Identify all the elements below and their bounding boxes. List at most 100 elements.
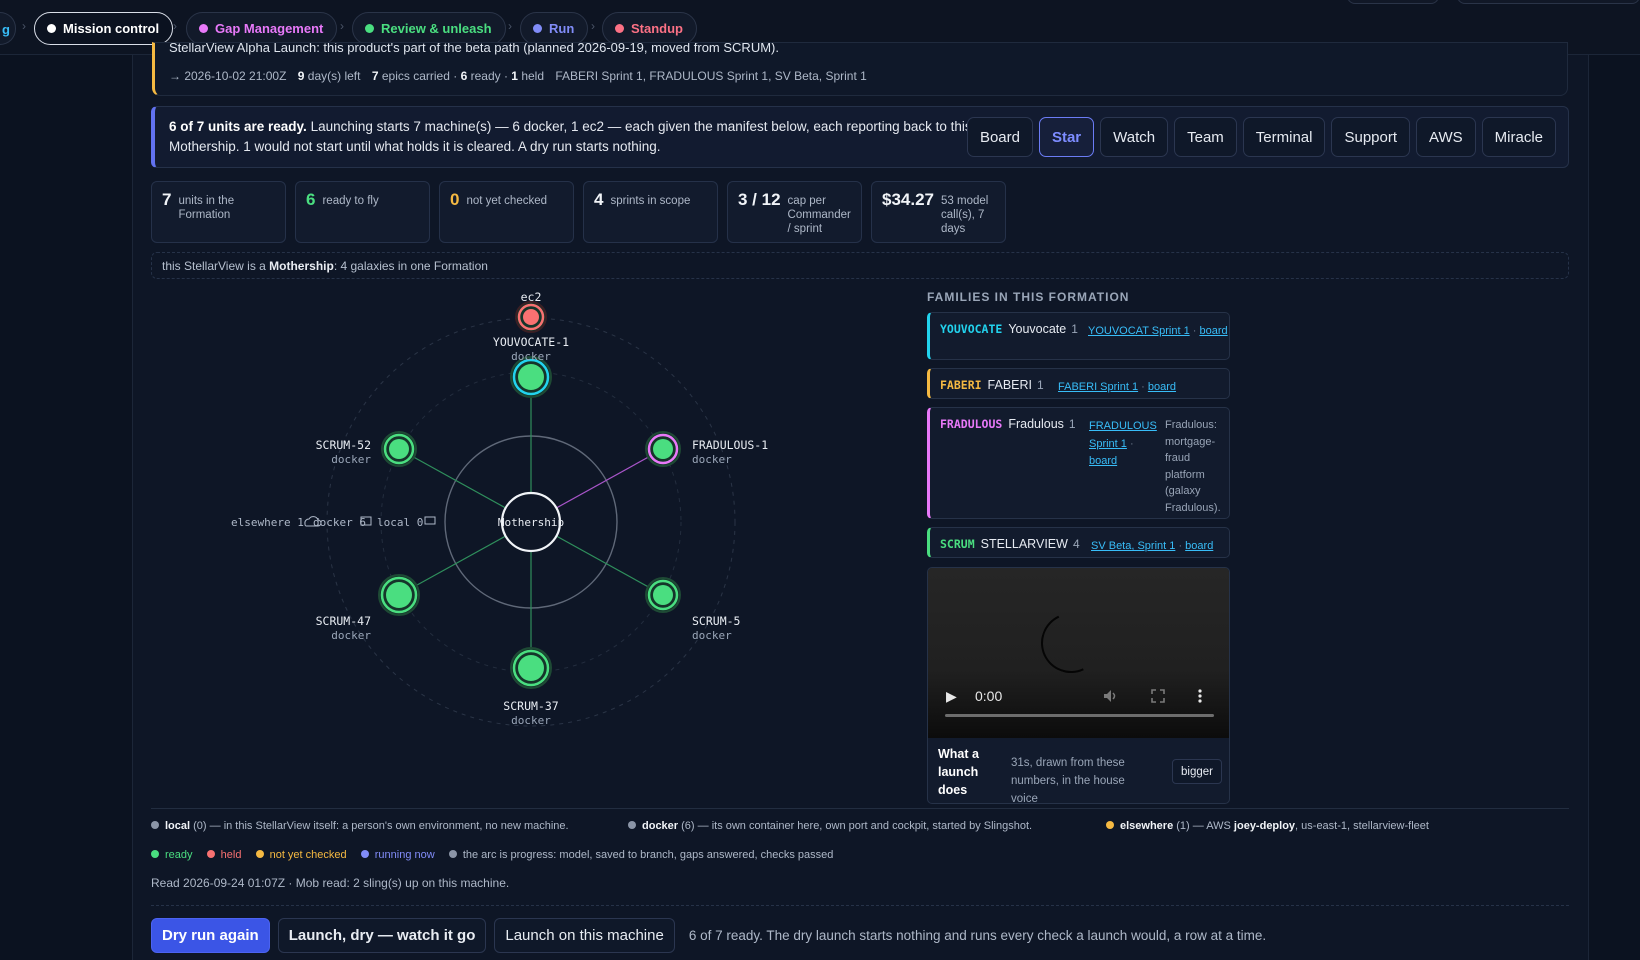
tab-board[interactable]: Board xyxy=(966,117,1033,157)
family-card-fradulous: FRADULOUS Fradulous 1 FRADULOUS Sprint 1 ·… xyxy=(927,407,1230,519)
breadcrumb-separator: › xyxy=(591,19,595,33)
legend-dot xyxy=(360,850,369,858)
legend-text: (1) — AWS xyxy=(1173,820,1234,832)
callout-bold: 6 of 7 units are ready. xyxy=(169,119,307,134)
nav-pill-standup[interactable]: Standup xyxy=(602,12,697,45)
tab-watch[interactable]: Watch xyxy=(1100,117,1169,157)
orbit-diagram: Mothershipelsewhere 1 docker 6 local 0YOUV… xyxy=(231,290,768,727)
status-dot xyxy=(533,24,542,33)
family-code: SCRUM xyxy=(940,537,975,551)
stat-label: cap per Commander / sprint xyxy=(787,195,851,235)
kind-legend: local (0) — in this StellarView itself: … xyxy=(151,820,569,832)
stat-card-ready: 6 ready to fly xyxy=(295,181,430,243)
legend-label: running now xyxy=(374,849,435,861)
volume-icon[interactable] xyxy=(1102,687,1120,705)
launch-dry-button[interactable]: Launch, dry — watch it go xyxy=(277,918,487,953)
video-time: 0:00 xyxy=(975,688,1003,704)
callout-text: 6 of 7 units are ready. Launching starts… xyxy=(169,117,989,157)
launch-here-button[interactable]: Launch on this machine xyxy=(494,918,675,953)
unit-node-fradulous-1 xyxy=(653,439,673,459)
mothership-note: this StellarView is a Mothership: 4 gala… xyxy=(151,252,1569,279)
sprint-link[interactable]: FRADULOUS Sprint 1 xyxy=(1089,420,1157,450)
stat-value: 6 xyxy=(306,190,316,209)
tab-team[interactable]: Team xyxy=(1174,117,1237,157)
unit-node-scrum-5 xyxy=(653,585,673,605)
breadcrumb-separator: › xyxy=(22,19,26,33)
release-sprints: FABERI Sprint 1, FRADULOUS Sprint 1, SV … xyxy=(555,69,867,83)
nav-pill-run[interactable]: Run xyxy=(520,12,589,45)
more-options-icon[interactable] xyxy=(1196,688,1204,704)
play-icon[interactable]: ▶ xyxy=(946,688,957,705)
stat-value: $34.27 xyxy=(882,190,934,209)
nav-pill-previous[interactable]: g xyxy=(0,12,16,45)
family-card-scrum: SCRUM STELLARVIEW 4 SV Beta, Sprint 1 · bo… xyxy=(927,527,1230,558)
legend-label: not yet checked xyxy=(269,849,347,861)
top-ghost-control[interactable] xyxy=(1347,0,1439,4)
unit-kind: docker xyxy=(511,350,551,363)
video-player[interactable]: ▶ 0:00 xyxy=(928,568,1229,738)
nav-pill-label: Standup xyxy=(631,21,683,36)
tab-miracle[interactable]: Miracle xyxy=(1481,117,1556,157)
nav-pill-mission-control[interactable]: Mission control xyxy=(34,12,174,45)
fullscreen-icon[interactable] xyxy=(1150,688,1166,704)
legend-dot xyxy=(206,850,215,858)
legend-dot-docker xyxy=(628,821,636,829)
sprint-link[interactable]: YOUVOCAT Sprint 1 xyxy=(1088,325,1190,337)
legend-bold: joey-deploy xyxy=(1233,820,1296,832)
tab-terminal[interactable]: Terminal xyxy=(1242,117,1326,157)
note-bold: Mothership xyxy=(269,259,334,273)
ring-label: elsewhere 1 xyxy=(231,516,304,529)
tab-support[interactable]: Support xyxy=(1331,117,1411,157)
legend-dot xyxy=(448,850,457,858)
board-link[interactable]: board xyxy=(1199,325,1227,337)
unit-name: ec2 xyxy=(521,290,542,304)
legend-text: (6) — its own container here, own port a… xyxy=(678,820,1033,832)
status-dot xyxy=(47,24,56,33)
board-link[interactable]: board xyxy=(1089,455,1117,467)
ring-label: local 0 xyxy=(377,516,423,529)
stat-card-units: 7 units in the Formation xyxy=(151,181,286,243)
breadcrumb-separator: › xyxy=(508,19,512,33)
mothership-label: Mothership xyxy=(498,516,564,529)
tab-aws[interactable]: AWS xyxy=(1416,117,1476,157)
bigger-button[interactable]: bigger xyxy=(1172,759,1222,784)
nav-pill-label: Mission control xyxy=(63,21,160,36)
stat-card-cost: $34.27 53 model call(s), 7 days xyxy=(871,181,1006,243)
unit-kind: docker xyxy=(331,629,371,642)
families-panel: FAMILIES IN THIS FORMATION YOUVOCATE Youv… xyxy=(927,290,1230,566)
family-count: 1 xyxy=(1071,322,1078,336)
legend-name: docker xyxy=(642,820,679,832)
unit-node-scrum-52 xyxy=(389,439,409,459)
note-text: : 4 galaxies in one Formation xyxy=(333,259,488,273)
legend-name: local xyxy=(165,820,191,832)
sprint-link[interactable]: FABERI Sprint 1 xyxy=(1058,381,1138,393)
sprint-link[interactable]: SV Beta, Sprint 1 xyxy=(1091,540,1175,552)
stat-card-sprints: 4 sprints in scope xyxy=(583,181,718,243)
unit-node-scrum-37 xyxy=(518,655,544,681)
tab-star[interactable]: Star xyxy=(1038,117,1095,157)
video-progress-bar[interactable] xyxy=(945,714,1214,717)
breadcrumb-separator: › xyxy=(173,19,177,33)
unit-name: FRADULOUS-1 xyxy=(692,438,768,452)
family-name: Youvocate xyxy=(1008,322,1067,336)
release-card: StellarView Alpha Launch: this product's… xyxy=(152,42,1568,96)
unit-node-youvocate-1 xyxy=(518,364,544,390)
monitor-icon xyxy=(424,516,436,525)
family-card-faberi: FABERI FABERI 1 FABERI Sprint 1 · board xyxy=(927,368,1230,399)
legend-dot-local xyxy=(151,821,159,829)
legend-dot xyxy=(255,850,264,858)
dry-run-again-button[interactable]: Dry run again xyxy=(151,918,270,953)
action-note: 6 of 7 ready. The dry launch starts noth… xyxy=(688,928,1267,943)
divider xyxy=(151,905,1569,906)
top-ghost-control[interactable] xyxy=(1457,0,1640,4)
legend-item-running: running now xyxy=(360,849,435,861)
nav-pill-review-unleash[interactable]: Review & unleash xyxy=(352,12,506,45)
board-link[interactable]: board xyxy=(1148,381,1176,393)
video-note: 31s, drawn from these numbers, in the ho… xyxy=(1011,757,1125,804)
status-dot xyxy=(365,24,374,33)
board-link[interactable]: board xyxy=(1185,540,1213,552)
held-count: 1 xyxy=(511,69,518,83)
status-legend: ready held not yet checked running now t… xyxy=(151,849,833,861)
legend-name: elsewhere xyxy=(1120,820,1174,832)
nav-pill-gap-management[interactable]: Gap Management xyxy=(186,12,338,45)
